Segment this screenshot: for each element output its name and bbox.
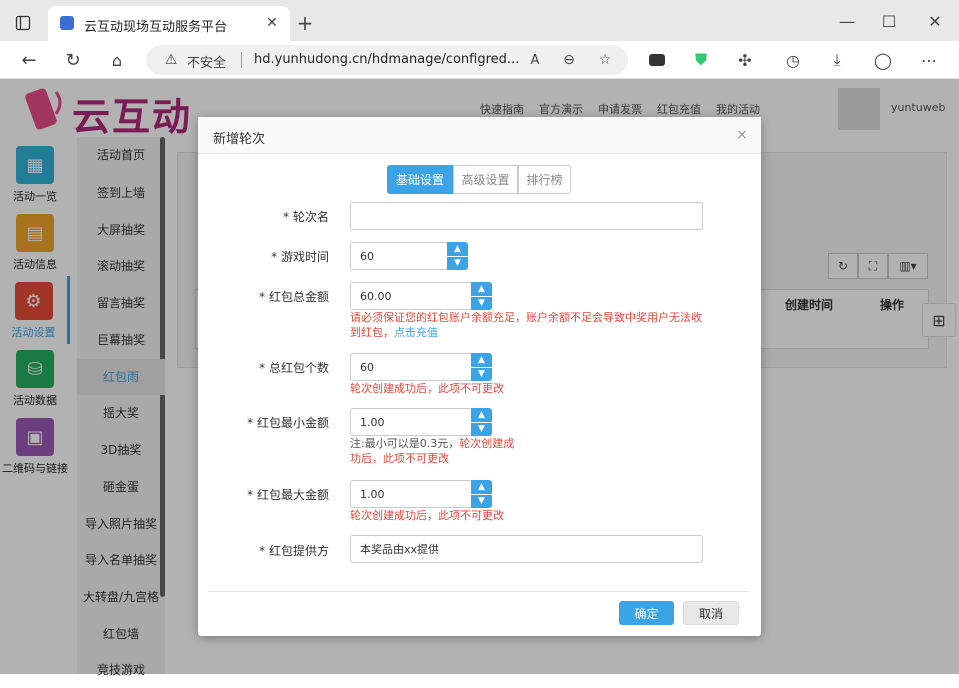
- url-text: hd.yunhudong.cn/hdmanage/configred...: [254, 52, 520, 67]
- warning-icon: ⚠: [164, 52, 178, 68]
- url-field[interactable]: ⚠ 不安全 hd.yunhudong.cn/hdmanage/configred…: [146, 45, 628, 75]
- provider-input[interactable]: 本奖品由xx提供: [350, 535, 703, 563]
- total-count-stepper[interactable]: ▲ ▼: [471, 353, 492, 381]
- back-icon[interactable]: ←: [18, 49, 40, 71]
- profile-icon[interactable]: ◯: [872, 49, 894, 71]
- confirm-button[interactable]: 确定: [619, 601, 674, 625]
- min-amount-note: 注:最小可以是0.3元，: [350, 437, 460, 450]
- maximize-icon[interactable]: ☐: [878, 10, 900, 32]
- max-amount-stepper[interactable]: ▲ ▼: [471, 480, 492, 508]
- total-count-hint: 轮次创建成功后，此项不可更改: [350, 382, 504, 395]
- stepper-up-icon[interactable]: ▲: [471, 353, 492, 368]
- tab-title: 云互动现场互动服务平台: [84, 20, 228, 35]
- favorite-icon[interactable]: ☆: [596, 51, 614, 69]
- zoom-icon[interactable]: ⊖: [560, 51, 578, 69]
- history-icon[interactable]: ◷: [782, 49, 804, 71]
- tab-actions-icon[interactable]: [12, 12, 34, 34]
- tab-advanced-settings[interactable]: 高级设置: [453, 165, 518, 194]
- insecure-label: 不安全: [187, 56, 227, 71]
- shield-icon[interactable]: ⛊: [690, 49, 712, 71]
- max-amount-hint: 轮次创建成功后，此项不可更改: [350, 509, 504, 522]
- stepper-up-icon[interactable]: ▲: [471, 282, 492, 297]
- min-amount-stepper[interactable]: ▲ ▼: [471, 408, 492, 436]
- new-tab-icon[interactable]: +: [294, 11, 316, 35]
- cancel-button[interactable]: 取消: [683, 601, 739, 625]
- tab-basic-settings[interactable]: 基础设置: [387, 165, 453, 194]
- dialog-footer-divider: [208, 591, 749, 592]
- max-amount-label: * 红包最大金额: [247, 488, 329, 502]
- max-amount-input[interactable]: 1.00: [350, 480, 472, 508]
- dialog-header: [198, 117, 761, 154]
- stepper-up-icon[interactable]: ▲: [471, 480, 492, 495]
- extensions-icon[interactable]: ✣: [734, 49, 756, 71]
- recharge-link[interactable]: 点击充值: [394, 326, 438, 339]
- provider-label: * 红包提供方: [259, 544, 329, 558]
- total-count-input[interactable]: 60: [350, 353, 472, 381]
- game-time-stepper[interactable]: ▲ ▼: [447, 242, 468, 270]
- total-amount-stepper[interactable]: ▲ ▼: [471, 282, 492, 310]
- stepper-down-icon[interactable]: ▼: [471, 297, 492, 311]
- total-amount-input[interactable]: 60.00: [350, 282, 472, 310]
- min-amount-label: * 红包最小金额: [247, 416, 329, 430]
- stepper-up-icon[interactable]: ▲: [471, 408, 492, 423]
- total-count-label: * 总红包个数: [259, 361, 329, 375]
- browser-tab[interactable]: 云互动现场互动服务平台 ✕: [48, 6, 290, 41]
- stepper-down-icon[interactable]: ▼: [471, 368, 492, 382]
- home-icon[interactable]: ⌂: [106, 49, 128, 71]
- refresh-icon[interactable]: ↻: [62, 49, 84, 71]
- game-time-input[interactable]: 60: [350, 242, 448, 270]
- dialog-close-icon[interactable]: ×: [733, 126, 751, 144]
- total-amount-hint: 请必须保证您的红包账户余额充足，账户余额不足会导致中奖用户无法收到红包，点击充值: [350, 310, 705, 340]
- stepper-up-icon[interactable]: ▲: [447, 242, 468, 257]
- extension-game-icon[interactable]: [646, 49, 668, 71]
- min-amount-hint: 注:最小可以是0.3元，轮次创建成功后，此项不可更改: [350, 436, 520, 466]
- url-divider: [241, 52, 242, 68]
- stepper-down-icon[interactable]: ▼: [471, 423, 492, 437]
- window-close-icon[interactable]: ✕: [924, 10, 946, 32]
- new-round-dialog: 新增轮次 × 基础设置 高级设置 排行榜 * 轮次名 * 游戏时间 60 ▲ ▼ …: [198, 117, 761, 636]
- stepper-down-icon[interactable]: ▼: [447, 257, 468, 271]
- stepper-down-icon[interactable]: ▼: [471, 495, 492, 509]
- total-amount-label: * 红包总金额: [259, 290, 329, 304]
- round-name-label: * 轮次名: [283, 210, 329, 224]
- tab-close-icon[interactable]: ✕: [262, 13, 282, 33]
- round-name-input[interactable]: [350, 202, 703, 230]
- download-icon[interactable]: ⤓: [826, 49, 848, 71]
- site-favicon-icon: [60, 16, 74, 30]
- tab-leaderboard[interactable]: 排行榜: [518, 165, 571, 194]
- dialog-title: 新增轮次: [213, 132, 266, 147]
- min-amount-input[interactable]: 1.00: [350, 408, 472, 436]
- more-icon[interactable]: ⋯: [918, 49, 940, 71]
- read-aloud-icon[interactable]: A: [526, 51, 544, 69]
- minimize-icon[interactable]: —: [836, 10, 858, 32]
- game-time-label: * 游戏时间: [271, 250, 329, 264]
